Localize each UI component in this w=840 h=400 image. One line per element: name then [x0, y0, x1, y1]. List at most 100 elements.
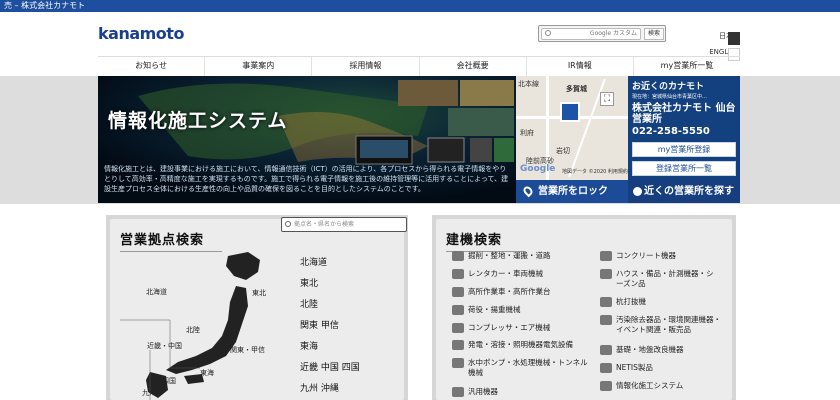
compressor-icon: [452, 323, 464, 333]
category-generator[interactable]: 発電・溶接・照明機器電気設備: [452, 340, 573, 350]
category-label: 高所作業車・高所作業台: [468, 287, 551, 296]
nav-ir[interactable]: IR情報: [527, 57, 634, 76]
search-input[interactable]: Google カスタム: [541, 28, 641, 40]
category-compressor[interactable]: コンプレッサ・エア機械: [452, 323, 551, 333]
search-icon: [285, 221, 291, 227]
lift-icon: [452, 287, 464, 297]
category-vehicles[interactable]: レンタカー・車両機械: [452, 269, 543, 279]
office-map[interactable]: 北本線 多賀城 利府 岩切 陸前高砂 ⛶ Google 地図データ ©2020 …: [516, 76, 628, 180]
region-link[interactable]: 北海道: [300, 253, 360, 274]
office-pin-icon[interactable]: [560, 102, 580, 122]
category-label: 杭打抜機: [616, 297, 646, 306]
category-label: コンプレッサ・エア機械: [468, 323, 551, 332]
search-button[interactable]: 検索: [644, 28, 664, 40]
search-placeholder: Google カスタム: [589, 30, 637, 37]
register-my-office-button[interactable]: my営業所登録: [632, 142, 736, 157]
browser-title-bar: 売 – 株式会社カナモト: [0, 0, 840, 12]
map-label-hokkaido[interactable]: 北海道: [146, 287, 167, 297]
category-concrete[interactable]: コンクリート機器: [600, 251, 676, 261]
category-label: 汎用機器: [468, 387, 498, 396]
title-text: 売 – 株式会社カナモト: [4, 1, 86, 10]
nav-company[interactable]: 会社概要: [420, 57, 527, 76]
category-foundation[interactable]: 基礎・地盤改良機器: [600, 345, 684, 355]
map-label: 岩切: [556, 147, 570, 155]
office-search-title: 営業拠点検索: [120, 233, 205, 248]
category-label: 掘削・整地・運搬・道路: [468, 251, 551, 260]
category-aerial-work[interactable]: 高所作業車・高所作業台: [452, 287, 551, 297]
region-link[interactable]: 関東 甲信: [300, 316, 360, 337]
find-nearby-label: 近くの営業所を探す: [644, 186, 734, 197]
registered-offices-button[interactable]: 登録営業所一覧: [632, 161, 736, 176]
nav-my-offices[interactable]: my営業所一覧: [634, 57, 740, 76]
category-label: 基礎・地盤改良機器: [616, 345, 684, 354]
generator-icon: [452, 340, 464, 350]
category-label: 荷役・揚重機械: [468, 305, 521, 314]
pump-icon: [452, 358, 464, 368]
map-label-hokuriku[interactable]: 北陸: [186, 325, 200, 335]
region-link[interactable]: 東海: [300, 337, 360, 358]
office-name[interactable]: 株式会社カナモト 仙台営業所: [632, 103, 736, 125]
map-credit[interactable]: 地図データ ©2020 利用規約: [562, 168, 628, 175]
find-nearby-office-button[interactable]: 近くの営業所を探す: [628, 180, 740, 203]
category-ict[interactable]: 情報化施工システム: [600, 381, 684, 391]
map-label-tokai[interactable]: 東海: [200, 368, 214, 378]
fullscreen-icon[interactable]: ⛶: [600, 92, 614, 106]
lang-japanese-toggle[interactable]: [728, 32, 740, 45]
office-phone[interactable]: 022-258-5550: [632, 126, 736, 137]
current-location-text: 現在地：宮城県仙台市青葉区中…: [632, 94, 708, 100]
category-general[interactable]: 汎用機器: [452, 387, 498, 397]
category-label: NETIS製品: [616, 363, 653, 372]
forklift-icon: [452, 305, 464, 315]
search-icon: [545, 30, 551, 36]
category-label: コンクリート機器: [616, 251, 676, 260]
office-search-placeholder: 拠点名・県名から検索: [294, 221, 355, 228]
lock-office-button[interactable]: 営業所をロック: [516, 180, 628, 203]
region-link[interactable]: 北陸: [300, 295, 360, 316]
category-environment[interactable]: 汚染除去器品・環境関連機器・イベント関連・販売品: [600, 315, 726, 335]
tool-icon: [452, 387, 464, 397]
category-excavation[interactable]: 掘削・整地・運搬・道路: [452, 251, 551, 261]
environment-icon: [600, 315, 612, 325]
category-label: 水中ポンプ・水処理機械・トンネル機械: [468, 358, 588, 377]
map-label: 利府: [520, 129, 534, 137]
lock-office-label: 営業所をロック: [538, 186, 608, 197]
category-house[interactable]: ハウス・備品・計測機器・シーズン品: [600, 269, 716, 289]
site-header: kanamoto Google カスタム 検索 日本語 ENGLISH: [0, 12, 840, 61]
banner-title: 情報化施工システム: [108, 110, 288, 132]
region-link[interactable]: 近畿 中国 四国: [300, 358, 360, 379]
truck-icon: [452, 269, 464, 279]
map-label: 多賀城: [566, 85, 587, 93]
satellite-icon: [600, 381, 612, 391]
map-label-kyushu[interactable]: 九州: [142, 388, 156, 398]
region-link[interactable]: 九州 沖縄: [300, 379, 360, 400]
map-label-shikoku[interactable]: 四国: [162, 376, 176, 386]
map-label-kanto-koshin[interactable]: 関東・甲信: [230, 345, 265, 355]
main-nav: お知らせ 事業案内 採用情報 会社概要 IR情報 my営業所一覧: [98, 56, 740, 76]
category-netis[interactable]: NETIS製品: [600, 363, 653, 373]
house-icon: [600, 269, 612, 279]
region-link[interactable]: 東北: [300, 274, 360, 295]
machine-search-title: 建機検索: [446, 233, 503, 248]
map-label-kinki-chugoku[interactable]: 近畿・中国: [147, 341, 182, 351]
kanamoto-logo[interactable]: kanamoto: [98, 24, 184, 43]
hero-banner[interactable]: 情報化施工システム 情報化施工とは、建設事業における施工において、情報通信技術（…: [98, 76, 516, 203]
nearest-office-panel: お近くのカナモト 現在地：宮城県仙台市青葉区中… 株式会社カナモト 仙台営業所 …: [628, 76, 740, 180]
office-search-input[interactable]: 拠点名・県名から検索: [281, 217, 407, 232]
category-lifting[interactable]: 荷役・揚重機械: [452, 305, 521, 315]
nav-recruit[interactable]: 採用情報: [312, 57, 420, 76]
map-label-tohoku[interactable]: 東北: [252, 288, 266, 298]
category-pumps[interactable]: 水中ポンプ・水処理機械・トンネル機械: [452, 358, 588, 378]
drill-icon: [600, 345, 612, 355]
category-label: 情報化施工システム: [616, 381, 684, 390]
site-search: Google カスタム 検索: [538, 25, 666, 42]
category-label: 発電・溶接・照明機器電気設備: [468, 340, 573, 349]
nav-news[interactable]: お知らせ: [98, 57, 206, 76]
location-pin-icon: [521, 184, 535, 198]
map-label: 北本線: [518, 80, 539, 88]
category-piling[interactable]: 杭打抜機: [600, 297, 646, 307]
nav-business[interactable]: 事業案内: [205, 57, 313, 76]
banner-description: 情報化施工とは、建設事業における施工において、情報通信技術（ICT）の活用により…: [104, 165, 509, 193]
category-label: ハウス・備品・計測機器・シーズン品: [616, 269, 714, 288]
nearest-office-title: お近くのカナモト: [632, 82, 705, 92]
category-label: レンタカー・車両機械: [468, 269, 543, 278]
